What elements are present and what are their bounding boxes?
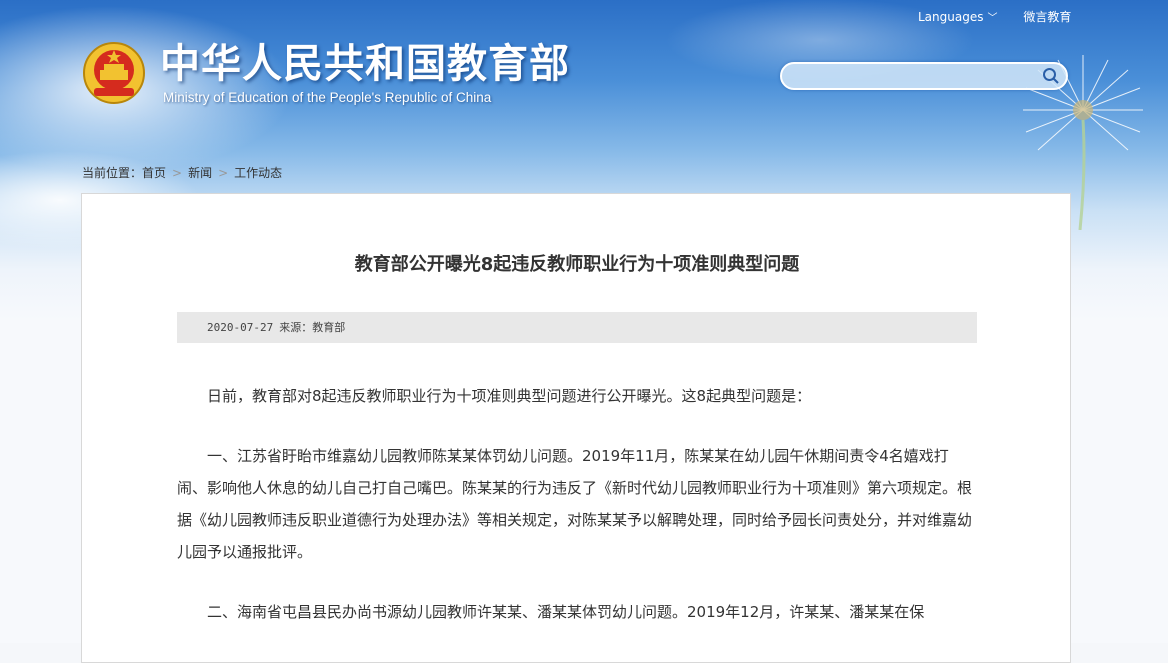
breadcrumb: 当前位置：首页 > 新闻 > 工作动态 (82, 164, 282, 181)
chevron-right-icon: > (218, 166, 229, 180)
article-body: 日前，教育部对8起违反教师职业行为十项准则典型问题进行公开曝光。这8起典型问题是… (177, 380, 977, 656)
weibo-link[interactable]: 微言教育 (1023, 8, 1071, 25)
national-emblem-icon[interactable] (82, 40, 146, 106)
languages-menu[interactable]: Languages ﹀ (918, 9, 997, 24)
breadcrumb-news[interactable]: 新闻 (188, 166, 212, 180)
article-source: 来源：教育部 (279, 321, 346, 334)
languages-label: Languages (918, 10, 984, 24)
article-title: 教育部公开曝光8起违反教师职业行为十项准则典型问题 (354, 254, 800, 275)
article-paragraph: 日前，教育部对8起违反教师职业行为十项准则典型问题进行公开曝光。这8起典型问题是… (207, 387, 812, 405)
site-title-cn[interactable]: 中华人民共和国教育部 (160, 38, 570, 90)
article-paragraph: 一、江苏省盱眙市维嘉幼儿园教师陈某某体罚幼儿问题。2019年11月，陈某某在幼儿… (177, 447, 973, 561)
article-paragraph: 二、海南省屯昌县民办尚书源幼儿园教师许某某、潘某某体罚幼儿问题。2019年12月… (207, 603, 925, 621)
search-icon[interactable] (1042, 67, 1060, 85)
breadcrumb-home[interactable]: 首页 (142, 166, 166, 180)
breadcrumb-prefix: 当前位置： (82, 166, 143, 180)
article-panel: 教育部公开曝光8起违反教师职业行为十项准则典型问题 2020-07-27 来源：教… (81, 193, 1071, 663)
search-input[interactable] (794, 67, 1038, 87)
chevron-down-icon: ﹀ (987, 13, 998, 24)
article-date: 2020-07-27 (207, 321, 274, 334)
article-meta: 2020-07-27 来源：教育部 (177, 312, 977, 343)
breadcrumb-work-news[interactable]: 工作动态 (234, 166, 282, 180)
site-header: 中华人民共和国教育部 Ministry of Education of the … (0, 0, 1168, 150)
chevron-right-icon: > (172, 166, 183, 180)
search-box (780, 62, 1068, 90)
top-links: Languages ﹀ 微言教育 (918, 8, 1071, 25)
site-title-en[interactable]: Ministry of Education of the People's Re… (163, 90, 491, 105)
